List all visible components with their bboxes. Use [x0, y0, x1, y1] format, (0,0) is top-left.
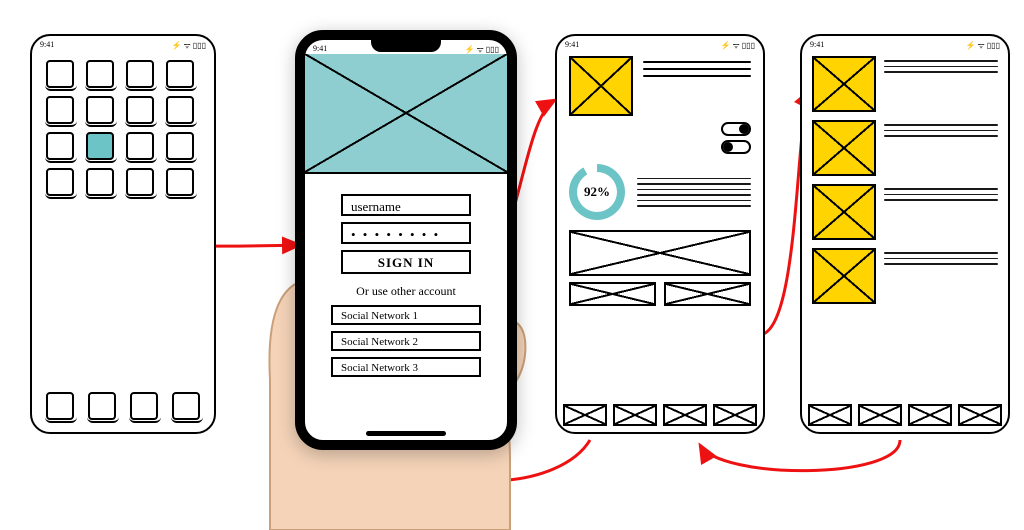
list-thumbnail-placeholder — [812, 184, 876, 240]
app-icon[interactable] — [46, 168, 74, 196]
app-icon[interactable] — [166, 96, 194, 124]
social-login-button[interactable]: Social Network 2 — [331, 331, 481, 351]
app-icon[interactable] — [126, 96, 154, 124]
status-time: 9:41 — [565, 40, 579, 50]
app-icon[interactable] — [86, 96, 114, 124]
nav-item[interactable] — [613, 404, 657, 426]
app-grid — [32, 50, 214, 206]
dock-icon[interactable] — [130, 392, 158, 420]
app-icon[interactable] — [166, 60, 194, 88]
nav-item[interactable] — [908, 404, 952, 426]
wireframe-screen-home: 9:41 ⚡ ᯤ ▯▯▯ — [30, 34, 216, 434]
status-bar: 9:41 ⚡ ᯤ ▯▯▯ — [557, 36, 763, 50]
dock-icon[interactable] — [46, 392, 74, 420]
header-text-block — [643, 56, 751, 116]
home-indicator[interactable] — [366, 431, 446, 436]
status-indicators: ⚡ ᯤ ▯▯▯ — [172, 40, 206, 50]
content-block-placeholder — [569, 230, 751, 276]
list-item[interactable] — [802, 248, 1008, 312]
setting-toggle[interactable] — [721, 140, 751, 154]
app-icon[interactable] — [126, 168, 154, 196]
app-icon[interactable] — [166, 132, 194, 160]
nav-item[interactable] — [808, 404, 852, 426]
status-time: 9:41 — [313, 44, 327, 54]
social-login-button[interactable]: Social Network 3 — [331, 357, 481, 377]
nav-item[interactable] — [563, 404, 607, 426]
phone-notch — [371, 38, 441, 52]
nav-item[interactable] — [663, 404, 707, 426]
wireframe-screen-signin: 9:41 ⚡ ᯤ ▯▯▯ username • • • • • • • • SI… — [295, 30, 517, 450]
list-text-block — [884, 184, 998, 205]
progress-ring: 92% — [569, 164, 625, 220]
status-time: 9:41 — [40, 40, 54, 50]
bottom-nav — [563, 404, 757, 426]
nav-item[interactable] — [713, 404, 757, 426]
list-thumbnail-placeholder — [812, 248, 876, 304]
status-indicators: ⚡ ᯤ ▯▯▯ — [465, 44, 499, 54]
app-icon-selected[interactable] — [86, 132, 114, 160]
header-thumbnail-placeholder — [569, 56, 633, 116]
app-icon[interactable] — [46, 60, 74, 88]
setting-toggle[interactable] — [721, 122, 751, 136]
sign-in-button[interactable]: SIGN IN — [341, 250, 471, 274]
list-text-block — [884, 248, 998, 269]
app-icon[interactable] — [46, 96, 74, 124]
nav-item[interactable] — [858, 404, 902, 426]
status-bar: 9:41 ⚡ ᯤ ▯▯▯ — [802, 36, 1008, 50]
content-half-placeholder — [569, 282, 656, 306]
nav-item[interactable] — [958, 404, 1002, 426]
status-indicators: ⚡ ᯤ ▯▯▯ — [721, 40, 755, 50]
list-item[interactable] — [802, 120, 1008, 184]
list-thumbnail-placeholder — [812, 56, 876, 112]
list-thumbnail-placeholder — [812, 120, 876, 176]
bottom-nav — [808, 404, 1002, 426]
username-input[interactable]: username — [341, 194, 471, 216]
dock-icon[interactable] — [88, 392, 116, 420]
alt-signin-label: Or use other account — [305, 284, 507, 299]
dock-icon[interactable] — [172, 392, 200, 420]
list-text-block — [884, 56, 998, 77]
password-input[interactable]: • • • • • • • • — [341, 222, 471, 244]
app-icon[interactable] — [86, 168, 114, 196]
status-indicators: ⚡ ᯤ ▯▯▯ — [966, 40, 1000, 50]
status-time: 9:41 — [810, 40, 824, 50]
body-text-block — [637, 174, 751, 211]
wireframe-screen-list: 9:41 ⚡ ᯤ ▯▯▯ — [800, 34, 1010, 434]
content-half-placeholder — [664, 282, 751, 306]
app-icon[interactable] — [166, 168, 194, 196]
list-item[interactable] — [802, 56, 1008, 120]
social-login-button[interactable]: Social Network 1 — [331, 305, 481, 325]
list-text-block — [884, 120, 998, 141]
app-icon[interactable] — [46, 132, 74, 160]
wireframe-screen-detail: 9:41 ⚡ ᯤ ▯▯▯ 92% — [555, 34, 765, 434]
app-icon[interactable] — [126, 132, 154, 160]
list-item[interactable] — [802, 184, 1008, 248]
status-bar: 9:41 ⚡ ᯤ ▯▯▯ — [32, 36, 214, 50]
app-icon[interactable] — [126, 60, 154, 88]
dock — [32, 392, 214, 420]
progress-value: 92% — [584, 184, 610, 200]
hero-image-placeholder — [305, 54, 507, 174]
app-icon[interactable] — [86, 60, 114, 88]
